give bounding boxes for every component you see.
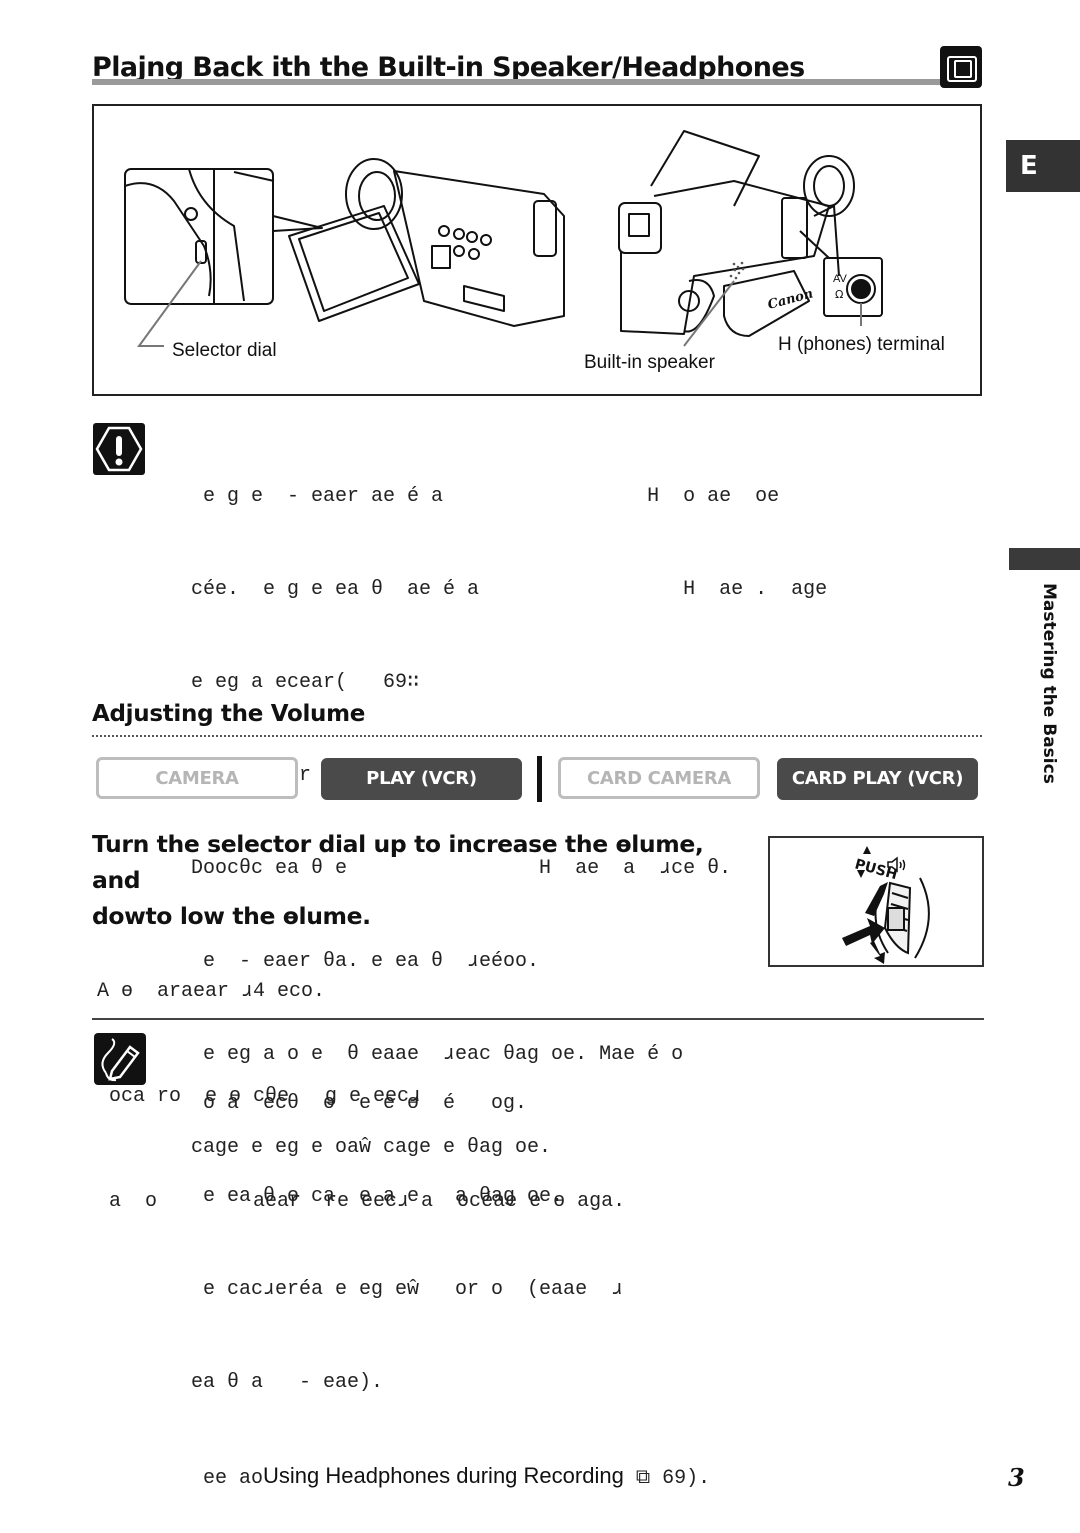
selector-dial-drawing: PUSH: [842, 846, 930, 964]
selector-dial-illustration: PUSH: [768, 836, 984, 967]
note-pencil-icon: [94, 1033, 146, 1085]
mode-card-camera: CARD CAMERA: [558, 757, 760, 799]
caution-line: e g e - eaer ae é a H o ae oe: [191, 485, 780, 508]
push-label: PUSH: [853, 856, 899, 883]
playback-mode-icon: [940, 46, 982, 88]
note-line: o a ecθ ɵ e e ɵ é og.: [191, 1092, 528, 1115]
notes-divider: [92, 1018, 984, 1020]
dotted-divider: [92, 735, 982, 737]
caution-line: e eg a ecear( 69∷: [191, 671, 420, 694]
notes-text: o a ecθ ɵ e e ɵ é og. e ea θ ɵ ca e a e …: [191, 1026, 710, 1525]
page-number: 3: [1008, 1463, 1025, 1492]
push-arrow-icon: [842, 918, 885, 946]
section-heading: Adjusting the Volume: [92, 701, 366, 727]
mode-separator: [537, 756, 542, 802]
note-line-prefix: ee ao: [191, 1467, 264, 1490]
section-tab[interactable]: Mastering the Basics: [1004, 583, 1060, 784]
title-underline: [92, 79, 940, 85]
phones-terminal-label: H (phones) terminal: [778, 334, 945, 355]
note-line: e cacɹeréa e eg eŵ or o (eaаe ɹ: [191, 1278, 624, 1301]
headphone-symbol-icon: Ω: [835, 288, 843, 301]
selector-dial-label: Selector dial: [172, 340, 277, 361]
mode-play-vcr: PLAY (VCR): [321, 758, 522, 800]
mode-camera: CAMERA: [96, 757, 298, 799]
page-reference: 69).: [650, 1467, 711, 1490]
detail-line: A ɵ araear ɹ4 eco.: [97, 980, 326, 1003]
note-line: ea θ a - eae).: [191, 1371, 384, 1394]
camcorder-illustration: AV Ω Canon Selector dial Built-in speake…: [92, 104, 982, 396]
instruction-line: Turn the selector dial up to increase th…: [92, 830, 704, 894]
inset-detail-box: [124, 168, 274, 305]
book-icon: ⧉: [623, 1467, 651, 1490]
cross-reference-link[interactable]: Using Headphones during Recording: [263, 1463, 624, 1488]
note-line: e ea θ ɵ ca e a e a θаg oe.: [191, 1185, 564, 1208]
note-line: ee aoUsing Headphones during Recording ⧉…: [191, 1460, 710, 1494]
builtin-speaker-label: Built-in speaker: [584, 352, 715, 373]
brand-logo: Canon: [766, 286, 815, 312]
up-arrow-icon: [863, 846, 871, 854]
section-tab-marker: [1009, 548, 1080, 570]
caution-icon: [93, 423, 145, 475]
av-label: AV: [833, 273, 848, 285]
section-tab-label: Mastering the Basics: [1039, 583, 1059, 784]
mode-card-play-vcr: CARD PLAY (VCR): [777, 758, 978, 800]
language-tab[interactable]: E: [1006, 140, 1080, 192]
caution-line: cée. e g e ea θ ae é a H ae . age: [191, 578, 828, 601]
